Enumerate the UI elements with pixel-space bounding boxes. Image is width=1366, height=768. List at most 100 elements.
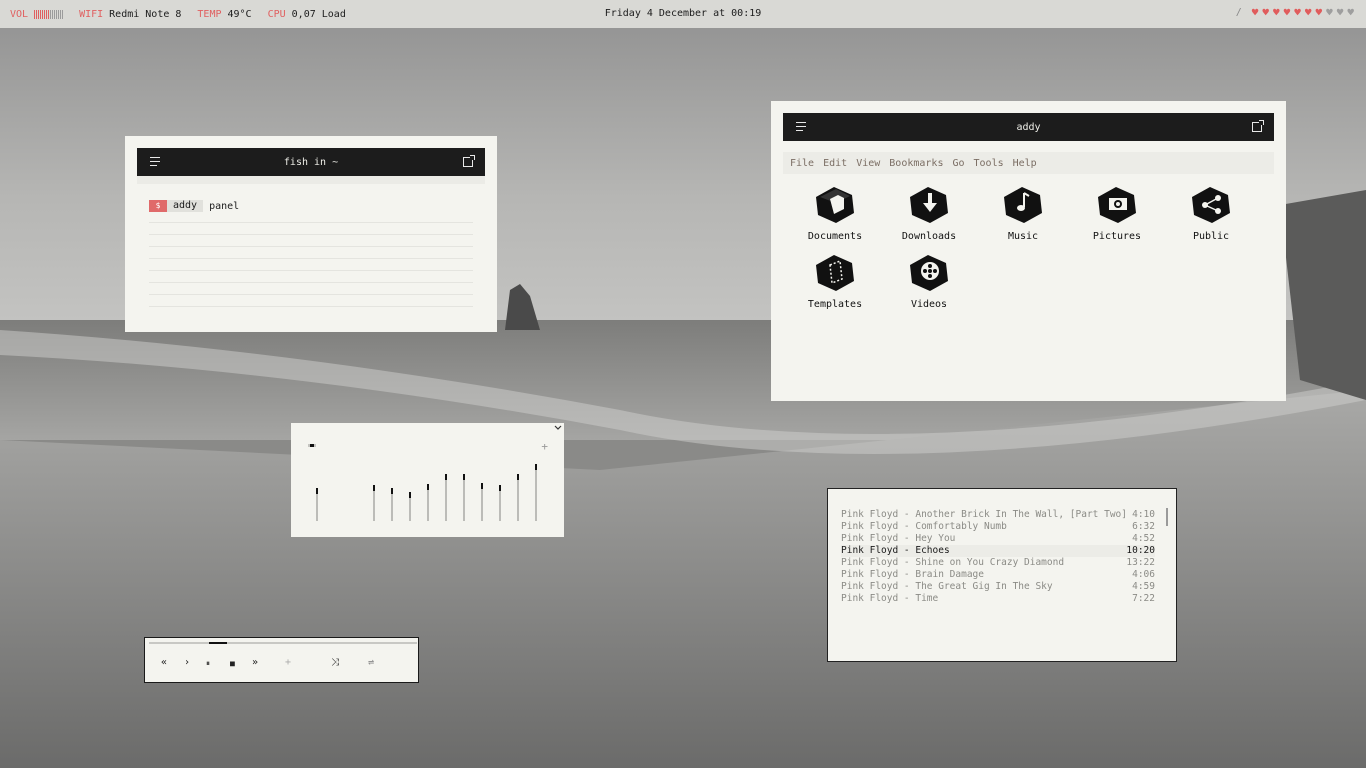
eq-band-slider[interactable]: [316, 488, 318, 521]
track-title: Pink Floyd - Another Brick In The Wall, …: [841, 509, 1127, 520]
add-preset-button[interactable]: +: [541, 440, 548, 453]
track-duration: 4:10: [1132, 509, 1155, 520]
eq-band-slider[interactable]: [445, 474, 447, 521]
eq-band-knob[interactable]: [373, 485, 375, 491]
folder-templates[interactable]: Templates: [795, 251, 875, 310]
media-player-window: « › ⏸ ■ » + ⤨ ⇌: [144, 637, 419, 683]
play-button[interactable]: ›: [184, 657, 190, 668]
stop-button[interactable]: ■: [230, 659, 235, 668]
heart-icon[interactable]: ♥: [1294, 7, 1301, 18]
playlist-track[interactable]: Pink Floyd - The Great Gig In The Sky 4:5…: [841, 581, 1155, 593]
eq-band-slider[interactable]: [463, 474, 465, 521]
eq-band-knob[interactable]: [481, 483, 483, 489]
chevron-down-icon[interactable]: [554, 424, 562, 432]
heart-icon[interactable]: ♥: [1262, 7, 1269, 18]
heart-icon[interactable]: ♥: [1326, 7, 1333, 18]
wifi-label: WIFI: [79, 8, 104, 20]
menu-tools[interactable]: Tools: [974, 158, 1004, 169]
heart-icon[interactable]: ♥: [1337, 7, 1344, 18]
volume-segment: [38, 9, 40, 19]
eq-band-slider[interactable]: [391, 488, 393, 521]
playlist-track[interactable]: Pink Floyd - Another Brick In The Wall, …: [841, 509, 1155, 521]
eq-band-slider[interactable]: [409, 492, 411, 521]
hamburger-menu-icon[interactable]: [796, 122, 806, 132]
folder-videos[interactable]: Videos: [889, 251, 969, 310]
volume-segment: [42, 9, 44, 19]
eq-band-knob[interactable]: [391, 488, 393, 494]
eq-band-slider[interactable]: [499, 485, 501, 521]
eq-band-knob[interactable]: [409, 492, 411, 498]
eq-band-knob[interactable]: [445, 474, 447, 480]
heart-icon[interactable]: ♥: [1252, 7, 1259, 18]
track-title: Pink Floyd - Shine on You Crazy Diamond: [841, 557, 1065, 568]
terminal-window: fish in ~ $ addy panel: [125, 136, 497, 332]
terminal-line: [149, 294, 473, 295]
seek-bar[interactable]: [149, 642, 417, 644]
heart-icon[interactable]: ♥: [1347, 7, 1354, 18]
previous-button[interactable]: «: [161, 657, 167, 668]
folder-pictures[interactable]: Pictures: [1077, 183, 1157, 242]
playlist-track[interactable]: Pink Floyd - Time 7:22: [841, 593, 1155, 605]
eq-band-knob[interactable]: [316, 488, 318, 494]
track-title: Pink Floyd - Hey You: [841, 533, 956, 544]
terminal-tabbar: [137, 176, 485, 184]
prompt-symbol: $: [149, 200, 167, 212]
maximize-icon[interactable]: [1252, 120, 1264, 132]
playlist-track[interactable]: Pink Floyd - Shine on You Crazy Diamond 1…: [841, 557, 1155, 569]
window-title: fish in ~: [283, 156, 339, 168]
hamburger-menu-icon[interactable]: [150, 157, 160, 167]
volume-segment: [48, 9, 50, 19]
volume-segment: [36, 9, 38, 19]
menu-edit[interactable]: Edit: [823, 158, 847, 169]
eq-band-slider[interactable]: [517, 474, 519, 521]
workspace-indicator: / ♥ ♥ ♥ ♥ ♥ ♥ ♥ ♥ ♥ ♥: [1236, 7, 1354, 18]
eq-band-knob[interactable]: [535, 464, 537, 470]
playlist-scrollbar[interactable]: [1166, 508, 1168, 526]
folder-music[interactable]: Music: [983, 183, 1063, 242]
menu-help[interactable]: Help: [1013, 158, 1037, 169]
eq-band-slider[interactable]: [427, 484, 429, 521]
eq-band-slider[interactable]: [373, 485, 375, 521]
folder-downloads[interactable]: Downloads: [889, 183, 969, 242]
heart-icon[interactable]: ♥: [1305, 7, 1312, 18]
menu-view[interactable]: View: [856, 158, 880, 169]
playlist-track[interactable]: Pink Floyd - Brain Damage 4:06: [841, 569, 1155, 581]
cpu-label: CPU: [267, 8, 286, 20]
add-button[interactable]: +: [285, 657, 291, 668]
folder-documents[interactable]: Documents: [795, 183, 875, 242]
eq-band-knob[interactable]: [463, 474, 465, 480]
playlist-track[interactable]: Pink Floyd - Hey You 4:52: [841, 533, 1155, 545]
volume-meter[interactable]: [34, 9, 64, 19]
playlist-track[interactable]: Pink Floyd - Echoes 10:20: [841, 545, 1155, 557]
top-panel: VOL WIFI Redmi Note 8 TEMP 49°C CPU 0,07…: [0, 0, 1366, 28]
heart-icon[interactable]: ♥: [1316, 7, 1323, 18]
next-button[interactable]: »: [252, 657, 258, 668]
maximize-icon[interactable]: [463, 155, 475, 167]
terminal-prompt[interactable]: $ addy panel: [149, 200, 239, 212]
shuffle-button[interactable]: ⤨: [331, 657, 339, 668]
preamp-slider[interactable]: [308, 444, 316, 447]
eq-band-slider[interactable]: [535, 464, 537, 521]
menu-bookmarks[interactable]: Bookmarks: [889, 158, 943, 169]
eq-band-knob[interactable]: [517, 474, 519, 480]
wifi-network[interactable]: Redmi Note 8: [109, 9, 181, 20]
folder-public[interactable]: Public: [1171, 183, 1251, 242]
pause-button[interactable]: ⏸: [206, 659, 210, 669]
volume-segment: [50, 9, 52, 19]
menu-go[interactable]: Go: [952, 158, 964, 169]
menu-file[interactable]: File: [790, 158, 814, 169]
music-folder-icon: [1004, 187, 1042, 223]
track-duration: 13:22: [1126, 557, 1155, 568]
playlist-track[interactable]: Pink Floyd - Comfortably Numb 6:32: [841, 521, 1155, 533]
eq-band-knob[interactable]: [499, 485, 501, 491]
repeat-button[interactable]: ⇌: [368, 657, 374, 668]
terminal-titlebar[interactable]: fish in ~: [137, 148, 485, 176]
eq-band-knob[interactable]: [427, 484, 429, 490]
separator: /: [1235, 7, 1242, 18]
template-folder-icon: [816, 255, 854, 291]
file-manager-titlebar[interactable]: addy: [783, 113, 1274, 141]
heart-icon[interactable]: ♥: [1284, 7, 1291, 18]
preamp-knob[interactable]: [310, 444, 314, 447]
eq-band-slider[interactable]: [481, 483, 483, 521]
heart-icon[interactable]: ♥: [1273, 7, 1280, 18]
